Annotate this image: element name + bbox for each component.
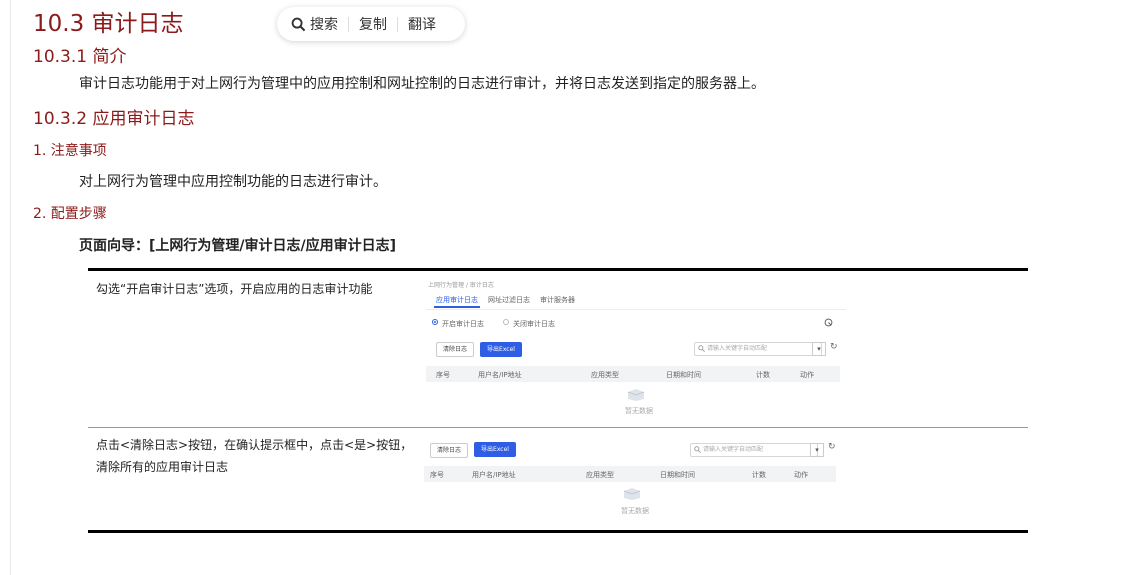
col-user-ip: 用户名/IP地址 bbox=[472, 471, 516, 479]
search-input[interactable]: 请输入关键字自动匹配 bbox=[690, 443, 818, 457]
table-row-divider bbox=[88, 427, 1028, 428]
empty-text: 暂无数据 bbox=[621, 507, 649, 515]
empty-box-icon bbox=[623, 488, 641, 500]
notes-paragraph: 对上网行为管理中应用控制功能的日志进行审计。 bbox=[79, 174, 387, 190]
radio-disable[interactable] bbox=[503, 319, 509, 325]
col-datetime: 日期和时间 bbox=[666, 371, 701, 379]
tab-url-filter-log[interactable]: 网址过滤日志 bbox=[488, 295, 530, 305]
popup-copy-button[interactable]: 复制 bbox=[349, 14, 397, 34]
steps-title: 2. 配置步骤 bbox=[33, 206, 107, 222]
step-description-enable: 勾选“开启审计日志”选项，开启应用的日志审计功能 bbox=[96, 282, 373, 296]
export-excel-button[interactable]: 导出Excel bbox=[480, 342, 522, 357]
refresh-icon[interactable]: ↻ bbox=[830, 342, 838, 352]
screenshot-clear-log: 清除日志 导出Excel 请输入关键字自动匹配 ▾ ↻ 序号 用户名/IP地址 … bbox=[424, 436, 846, 526]
search-icon bbox=[291, 17, 306, 31]
page-navigation: 页面向导：[上网行为管理/审计日志/应用审计日志] bbox=[79, 238, 397, 254]
intro-paragraph: 审计日志功能用于对上网行为管理中的应用控制和网址控制的日志进行审计，并将日志发送… bbox=[79, 76, 765, 92]
chevron-down-icon[interactable]: ▾ bbox=[812, 342, 826, 356]
search-icon bbox=[694, 446, 701, 453]
col-action: 动作 bbox=[794, 471, 808, 479]
col-datetime: 日期和时间 bbox=[660, 471, 695, 479]
chevron-down-icon[interactable]: ▾ bbox=[810, 443, 824, 457]
empty-box-icon bbox=[627, 389, 645, 401]
col-index: 序号 bbox=[430, 471, 444, 479]
tab-divider bbox=[426, 309, 846, 310]
shot-breadcrumb: 上网行为管理 / 审计日志 bbox=[428, 282, 494, 289]
selection-popup: 搜索 复制 翻译 bbox=[277, 7, 465, 41]
col-count: 计数 bbox=[752, 471, 766, 479]
col-user-ip: 用户名/IP地址 bbox=[478, 371, 522, 379]
radio-enable[interactable] bbox=[432, 319, 438, 325]
radio-disable-label: 关闭审计日志 bbox=[513, 320, 555, 328]
refresh-icon[interactable]: ↻ bbox=[828, 442, 836, 452]
table-bottom-border bbox=[88, 530, 1028, 533]
col-count: 计数 bbox=[756, 371, 770, 379]
search-icon bbox=[698, 345, 705, 352]
tab-app-audit-log[interactable]: 应用审计日志 bbox=[436, 295, 478, 305]
table-top-border bbox=[88, 268, 1028, 271]
tab-audit-server[interactable]: 审计服务器 bbox=[540, 295, 575, 305]
col-action: 动作 bbox=[800, 371, 814, 379]
empty-text: 暂无数据 bbox=[625, 407, 653, 415]
popup-search-label: 搜索 bbox=[310, 17, 338, 33]
popup-search-button[interactable]: 搜索 bbox=[277, 14, 348, 34]
subsection-title-intro: 10.3.1 简介 bbox=[33, 47, 127, 67]
clear-log-button[interactable]: 清除日志 bbox=[436, 342, 474, 357]
active-tab-indicator bbox=[434, 306, 480, 308]
refresh-status-icon[interactable] bbox=[824, 318, 833, 327]
step-description-clear: 点击<清除日志>按钮，在确认提示框中，点击<是>按钮，清除所有的应用审计日志 bbox=[96, 438, 413, 474]
clear-log-button[interactable]: 清除日志 bbox=[430, 443, 468, 458]
col-index: 序号 bbox=[436, 371, 450, 379]
col-app-type: 应用类型 bbox=[586, 471, 614, 479]
search-input[interactable]: 请输入关键字自动匹配 bbox=[694, 342, 822, 356]
subsection-title-app-audit: 10.3.2 应用审计日志 bbox=[33, 109, 195, 129]
screenshot-enable-audit: 上网行为管理 / 审计日志 应用审计日志 网址过滤日志 审计服务器 开启审计日志… bbox=[426, 278, 846, 425]
notes-title: 1. 注意事项 bbox=[33, 143, 107, 159]
col-app-type: 应用类型 bbox=[591, 371, 619, 379]
left-margin-rule bbox=[10, 0, 11, 575]
export-excel-button[interactable]: 导出Excel bbox=[474, 442, 516, 457]
popup-translate-button[interactable]: 翻译 bbox=[398, 14, 446, 34]
radio-enable-label: 开启审计日志 bbox=[442, 320, 484, 328]
section-heading: 10.3 审计日志 bbox=[33, 11, 184, 37]
